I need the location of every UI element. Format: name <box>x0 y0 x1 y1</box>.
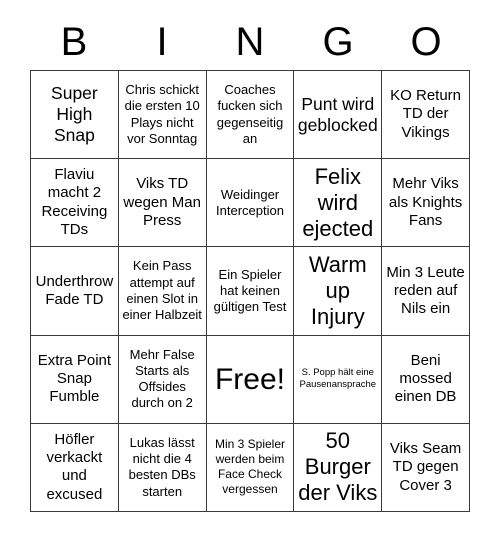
bingo-cell-label: Mehr Viks als Knights Fans <box>388 175 463 229</box>
bingo-cell-label: Underthrow Fade TD <box>35 272 114 308</box>
bingo-cell[interactable]: Lukas lässt nicht die 4 besten DBs start… <box>118 423 207 512</box>
bingo-cell[interactable]: Coaches fucken sich gegenseitig an <box>206 71 295 160</box>
bingo-grid: Super High Snap Chris schickt die ersten … <box>30 70 470 512</box>
bingo-cell-label: Coaches fucken sich gegenseitig an <box>216 82 284 146</box>
bingo-cell[interactable]: Flaviu macht 2 Receiving TDs <box>31 159 119 248</box>
bingo-cell[interactable]: Min 3 Spieler werden beim Face Check ver… <box>206 423 295 512</box>
bingo-cell[interactable]: Punt wird geblocked <box>294 71 383 160</box>
bingo-header-row: B I N G O <box>30 14 470 70</box>
bingo-cell[interactable]: Viks TD wegen Man Press <box>118 159 207 248</box>
bingo-cell[interactable]: S. Popp hält eine Pausenansprache <box>294 335 383 424</box>
bingo-cell-label: Mehr False Starts als Offsides durch on … <box>129 346 195 411</box>
bingo-cell[interactable]: KO Return TD der Vikings <box>382 71 470 160</box>
bingo-cell[interactable]: Super High Snap <box>31 71 119 160</box>
bingo-cell-label: Extra Point Snap Fumble <box>37 351 112 406</box>
bingo-cell[interactable]: Min 3 Leute reden auf Nils ein <box>382 247 470 336</box>
bingo-cell[interactable]: Felix wird ejected <box>294 159 383 248</box>
bingo-cell[interactable]: Warm up Injury <box>294 247 383 336</box>
bingo-header-letter-i: I <box>156 20 168 64</box>
bingo-cell-label: Super High Snap <box>51 83 98 146</box>
bingo-cell-label: Höfler verkackt und excused <box>46 430 103 503</box>
bingo-cell-label: Weidinger Interception <box>216 186 284 218</box>
bingo-header-letter-g: G <box>322 20 354 64</box>
bingo-cell[interactable]: Beni mossed einen DB <box>382 335 470 424</box>
bingo-cell-label: Beni mossed einen DB <box>394 351 457 406</box>
bingo-cell-label: Lukas lässt nicht die 4 besten DBs start… <box>128 434 196 499</box>
bingo-cell[interactable]: Höfler verkackt und excused <box>31 423 119 512</box>
bingo-cell-label: Kein Pass attempt auf einen Slot in eine… <box>122 258 202 323</box>
bingo-cell[interactable]: Mehr Viks als Knights Fans <box>382 159 470 248</box>
bingo-cell[interactable]: Ein Spieler hat keinen gültigen Test <box>206 247 295 336</box>
bingo-cell-label: Chris schickt die ersten 10 Plays nicht … <box>124 82 200 146</box>
bingo-cell-label: KO Return TD der Vikings <box>390 87 462 141</box>
bingo-cell-label: Viks TD wegen Man Press <box>123 175 201 229</box>
bingo-cell-label: Punt wird geblocked <box>297 93 378 135</box>
bingo-card: B I N G O Super High Snap Chris schickt d… <box>0 0 500 544</box>
bingo-cell[interactable]: Underthrow Fade TD <box>31 247 119 336</box>
bingo-cell-label: Min 3 Leute reden auf Nils ein <box>386 263 465 318</box>
bingo-cell[interactable]: Chris schickt die ersten 10 Plays nicht … <box>118 71 207 160</box>
bingo-cell-label: Ein Spieler hat keinen gültigen Test <box>213 266 287 315</box>
bingo-cell[interactable]: Kein Pass attempt auf einen Slot in eine… <box>118 247 207 336</box>
bingo-cell-label: Felix wird ejected <box>302 163 374 241</box>
bingo-cell-label: Flaviu macht 2 Receiving TDs <box>41 166 108 239</box>
bingo-free-space-cell[interactable]: Free! <box>206 335 295 424</box>
bingo-header-letter-b: B <box>60 20 88 64</box>
bingo-cell-label: 50 Burger der Viks <box>298 428 378 506</box>
bingo-cell[interactable]: Extra Point Snap Fumble <box>31 335 119 424</box>
bingo-cell-label: Min 3 Spieler werden beim Face Check ver… <box>214 437 285 497</box>
bingo-cell-label: Viks Seam TD gegen Cover 3 <box>389 439 462 494</box>
bingo-cell[interactable]: Weidinger Interception <box>206 159 295 248</box>
bingo-header-letter-n: N <box>235 20 265 64</box>
bingo-header-letter-o: O <box>410 20 442 64</box>
bingo-cell[interactable]: Mehr False Starts als Offsides durch on … <box>118 335 207 424</box>
bingo-cell[interactable]: Viks Seam TD gegen Cover 3 <box>382 423 470 512</box>
bingo-cell-label: Warm up Injury <box>308 252 367 329</box>
bingo-cell-label: S. Popp hält eine Pausenansprache <box>299 366 377 391</box>
bingo-cell-label: Free! <box>214 362 285 396</box>
bingo-cell[interactable]: 50 Burger der Viks <box>294 423 383 512</box>
